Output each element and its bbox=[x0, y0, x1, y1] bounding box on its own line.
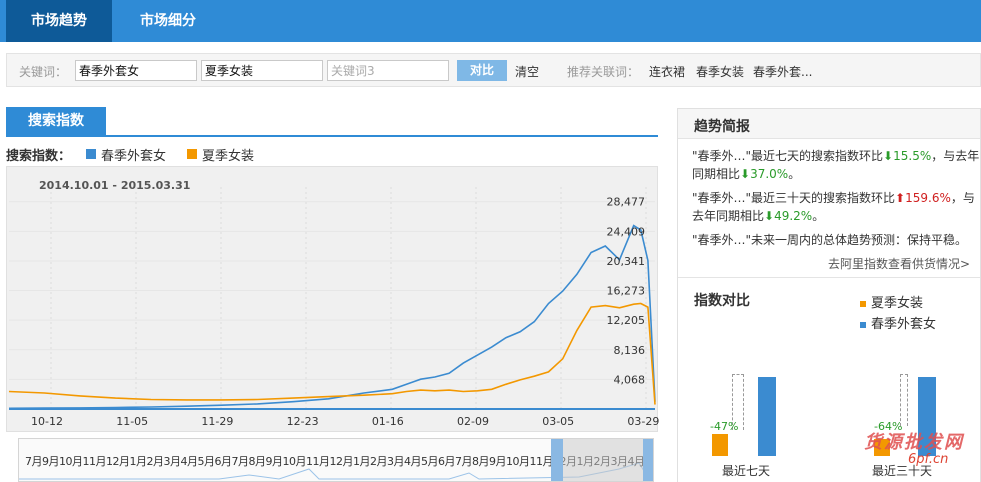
brief-value: 37.0% bbox=[750, 167, 789, 181]
compare-connector bbox=[900, 374, 908, 426]
keyword-input-2[interactable] bbox=[201, 60, 323, 81]
brief-value: 159.6% bbox=[905, 191, 951, 205]
recommended-link[interactable]: 春季外套... bbox=[753, 63, 812, 80]
series-line-summer-dress[interactable] bbox=[8, 302, 656, 405]
compare-title: 指数对比 bbox=[694, 293, 750, 309]
y-tick-label: 12,205 bbox=[607, 314, 646, 327]
compare-legend-item: 夏季女装 bbox=[860, 292, 923, 311]
x-tick-label: 03-05 bbox=[542, 415, 574, 428]
legend-swatch-orange bbox=[187, 149, 197, 159]
x-tick-label: 12-23 bbox=[287, 415, 319, 428]
x-tick-label: 11-05 bbox=[116, 415, 148, 428]
tab-market-trend[interactable]: 市场趋势 bbox=[6, 0, 112, 42]
legend-item[interactable]: 夏季女装 bbox=[202, 145, 254, 164]
date-range: 2014.10.01 - 2015.03.31 bbox=[39, 179, 191, 192]
tab-market-segment[interactable]: 市场细分 bbox=[118, 0, 218, 42]
right-panel: 趋势简报 "春季外…"最近七天的搜索指数环比⬇15.5%，与去年同期相比⬇37.… bbox=[677, 108, 981, 482]
series-line-spring-coat[interactable] bbox=[8, 224, 656, 410]
navigator-handle-right[interactable] bbox=[643, 439, 653, 481]
compare-bar-spring bbox=[758, 376, 776, 456]
down-arrow-icon: ⬇ bbox=[740, 167, 751, 181]
compare-percent: -47% bbox=[710, 420, 739, 433]
compare-xlabel: 最近七天 bbox=[722, 464, 771, 478]
down-arrow-icon: ⬇ bbox=[883, 149, 894, 163]
brief-item: "春季外…"最近七天的搜索指数环比⬇15.5%，与去年同期相比⬇37.0%。 bbox=[692, 147, 980, 183]
x-tick-label: 01-16 bbox=[372, 415, 404, 428]
brief-text: 。 bbox=[812, 209, 825, 223]
x-tick-label: 11-29 bbox=[201, 415, 233, 428]
brief-value: 49.2% bbox=[774, 209, 813, 223]
recommended-link[interactable]: 春季女装 bbox=[696, 63, 744, 80]
y-tick-label: 28,477 bbox=[607, 196, 646, 209]
legend-title: 搜索指数： bbox=[6, 149, 72, 164]
trend-brief-title: 趋势简报 bbox=[694, 119, 750, 135]
tab-search-index[interactable]: 搜索指数 bbox=[6, 107, 106, 136]
brief-item: "春季外…"未来一周内的总体趋势预测：保持平稳。 bbox=[692, 233, 968, 247]
brief-text: "春季外…"最近三十天的搜索指数环比 bbox=[692, 191, 896, 205]
watermark: 货源批发网 bbox=[864, 432, 964, 453]
navigator-handle-left[interactable] bbox=[551, 439, 563, 481]
search-index-chart: 4,068 8,136 12,205 16,273 20,341 24,409 28,477… bbox=[6, 166, 659, 432]
up-arrow-icon: ⬆ bbox=[895, 191, 906, 205]
compare-button[interactable]: 对比 bbox=[457, 60, 507, 81]
keyword-label: 关键词： bbox=[19, 65, 68, 79]
legend-item[interactable]: 春季外套女 bbox=[101, 145, 166, 164]
watermark: 6pf.cn bbox=[908, 452, 949, 467]
keyword-input-3[interactable] bbox=[327, 60, 449, 81]
clear-button[interactable]: 清空 bbox=[515, 63, 539, 80]
section-divider bbox=[6, 135, 658, 137]
compare-bar-summer bbox=[712, 433, 728, 456]
navigator-selection[interactable] bbox=[553, 439, 649, 481]
y-tick-label: 4,068 bbox=[614, 373, 646, 386]
y-tick-label: 16,273 bbox=[607, 285, 646, 298]
keyword-input-1[interactable] bbox=[75, 60, 197, 81]
x-tick-label: 03-29 bbox=[627, 415, 659, 428]
brief-item: "春季外…"最近三十天的搜索指数环比⬆159.6%，与去年同期相比⬇49.2%。 bbox=[692, 189, 980, 225]
recommended-label: 推荐关联词： bbox=[567, 65, 640, 79]
compare-legend-item: 春季外套女 bbox=[860, 313, 936, 332]
top-nav: 市场趋势 市场细分 bbox=[0, 0, 981, 42]
recommended-link[interactable]: 连衣裙 bbox=[649, 63, 685, 80]
x-tick-label: 02-09 bbox=[457, 415, 489, 428]
y-tick-label: 8,136 bbox=[614, 344, 646, 357]
keyword-bar: 关键词： 对比 清空 推荐关联词： 连衣裙 春季女装 春季外套... bbox=[6, 53, 981, 87]
brief-text: "春季外…"最近七天的搜索指数环比 bbox=[692, 149, 884, 163]
line-chart: 4,068 8,136 12,205 16,273 20,341 24,409 28,477… bbox=[8, 187, 659, 428]
x-tick-label: 10-12 bbox=[31, 415, 63, 428]
down-arrow-icon: ⬇ bbox=[764, 209, 775, 223]
legend-swatch-blue bbox=[86, 149, 96, 159]
y-tick-label: 24,409 bbox=[607, 225, 646, 238]
time-navigator[interactable]: 7月9月10月11月12月1月2月3月4月5月6月7月8月9月10月11月12月… bbox=[18, 438, 654, 482]
supply-link[interactable]: 去阿里指数查看供货情况> bbox=[828, 255, 970, 272]
trend-brief-header: 趋势简报 bbox=[678, 109, 980, 139]
brief-text: 。 bbox=[788, 167, 801, 181]
y-tick-label: 20,341 bbox=[607, 255, 646, 268]
brief-value: 15.5% bbox=[893, 149, 932, 163]
